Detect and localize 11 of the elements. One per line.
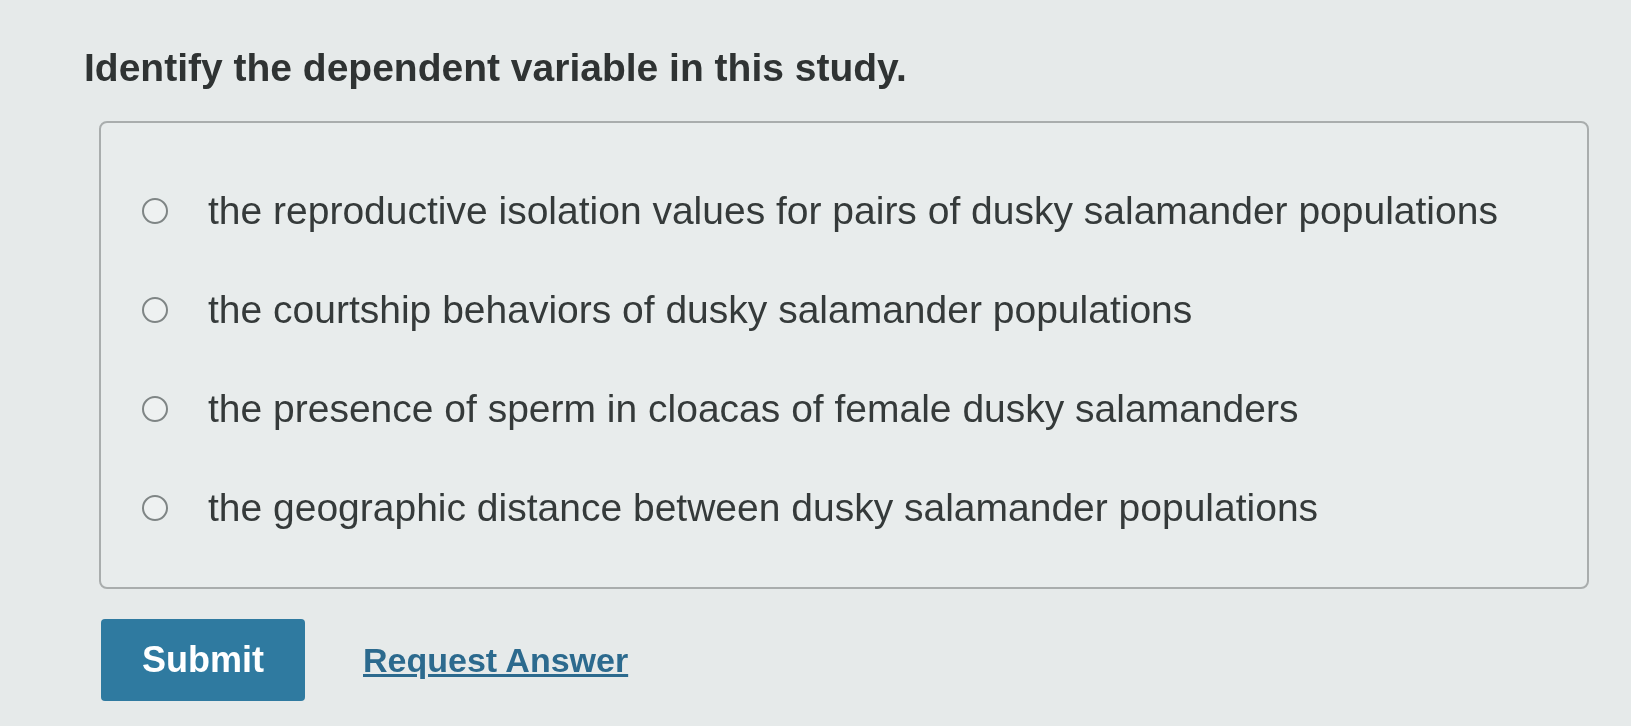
radio-button-icon[interactable] (142, 297, 168, 323)
option-label[interactable]: the presence of sperm in cloacas of female dusky salamanders (208, 386, 1299, 432)
option-label[interactable]: the geographic distance between dusky salamander populations (208, 485, 1319, 531)
question-text: Identify the dependent variable in this study. (84, 45, 907, 91)
radio-button-icon[interactable] (142, 396, 168, 422)
option-label[interactable]: the courtship behaviors of dusky salamander populations (208, 287, 1193, 333)
submit-button[interactable]: Submit (101, 619, 305, 701)
radio-button-icon[interactable] (142, 198, 168, 224)
radio-button-icon[interactable] (142, 495, 168, 521)
request-answer-link[interactable]: Request Answer (363, 640, 629, 680)
option-label[interactable]: the reproductive isolation values for pairs of dusky salamander populations (208, 188, 1498, 234)
